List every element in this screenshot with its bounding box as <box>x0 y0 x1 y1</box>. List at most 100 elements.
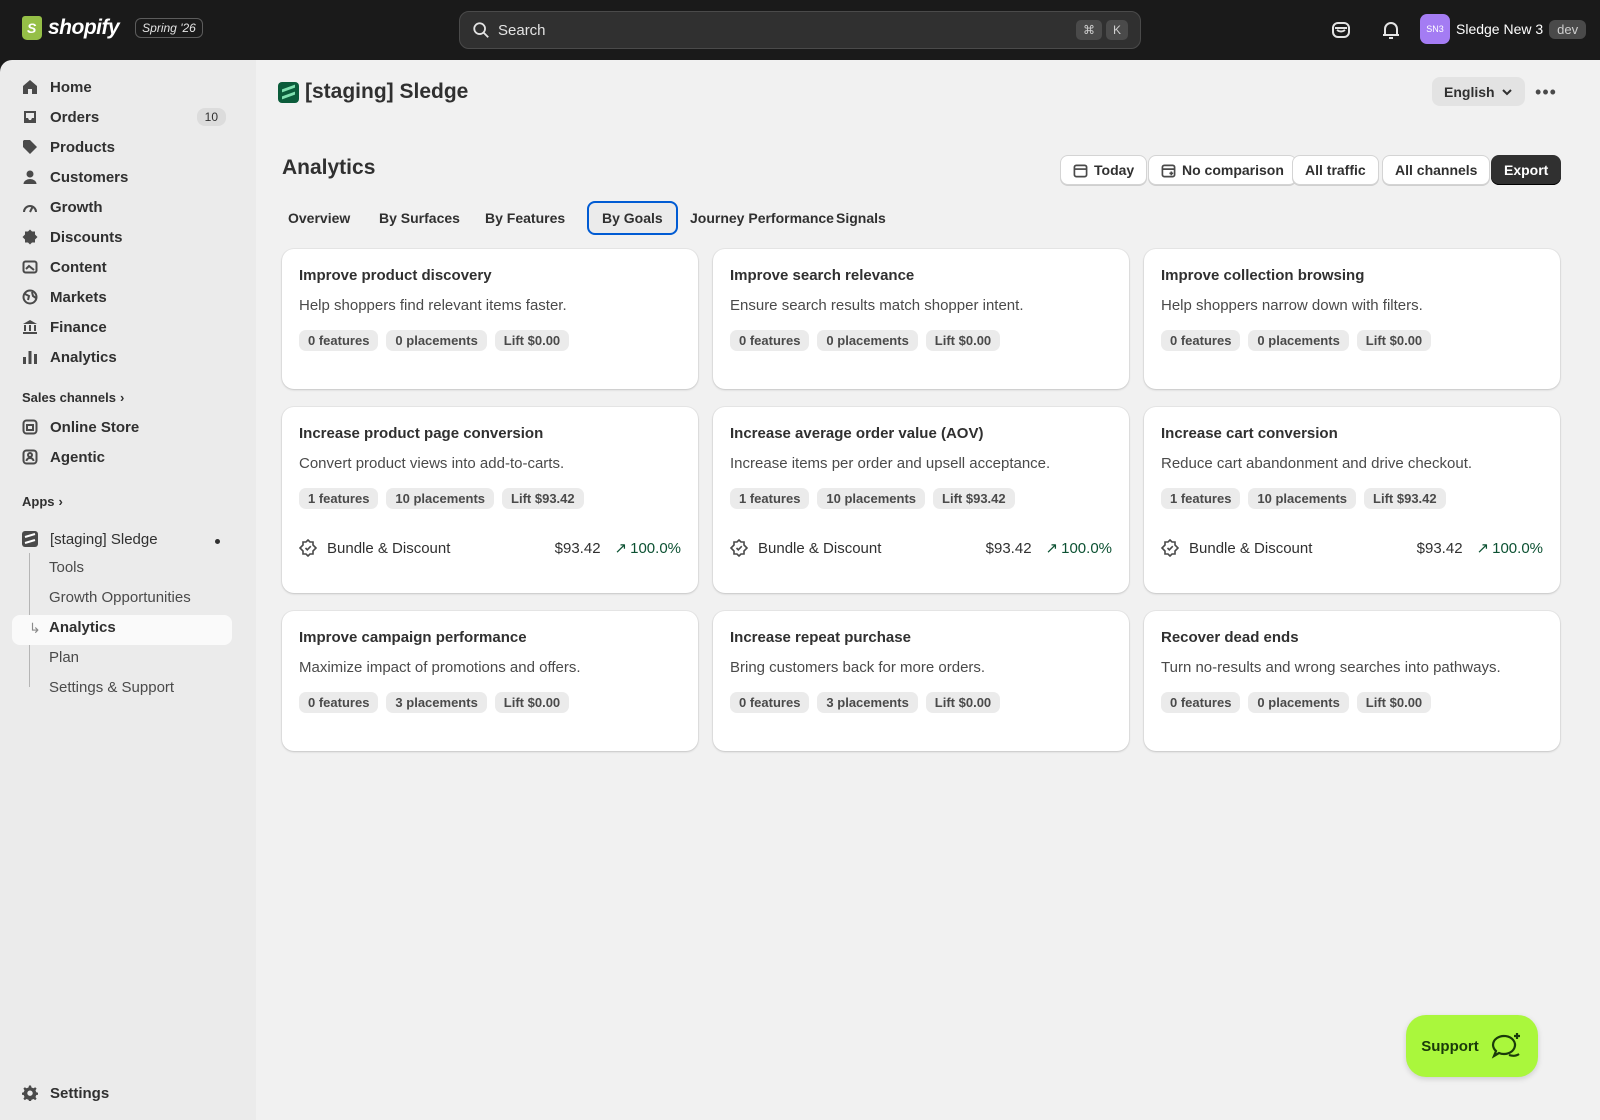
goal-card[interactable]: Improve campaign performance Maximize im… <box>282 611 698 751</box>
goal-card[interactable]: Increase product page conversion Convert… <box>282 407 698 593</box>
tab-by-goals[interactable]: By Goals <box>587 201 678 235</box>
search-bar[interactable]: Search ⌘ K <box>459 11 1141 49</box>
sidebar-item-label: Online Store <box>50 418 140 436</box>
more-actions-button[interactable]: ••• <box>1532 78 1560 106</box>
feature-change-value: 100.0% <box>630 539 681 557</box>
tab-by-features[interactable]: By Features <box>472 202 578 234</box>
subitem-growth-opportunities[interactable]: Growth Opportunities <box>49 589 191 606</box>
goal-card[interactable]: Increase repeat purchase Bring customers… <box>713 611 1129 751</box>
sidebar-item-markets[interactable]: Markets <box>12 283 232 311</box>
shopify-bag-icon <box>22 16 42 40</box>
feature-name: Bundle & Discount <box>327 539 451 557</box>
subitem-plan[interactable]: Plan <box>49 649 79 666</box>
goal-description: Help shoppers find relevant items faster… <box>299 297 567 314</box>
support-button[interactable]: Support <box>1406 1015 1538 1077</box>
goal-card[interactable]: Improve product discovery Help shoppers … <box>282 249 698 389</box>
brand-name: shopify <box>48 16 120 39</box>
apps-header[interactable]: Apps › <box>22 494 63 509</box>
comparison-filter-button[interactable]: No comparison <box>1148 155 1297 185</box>
tab-by-surfaces[interactable]: By Surfaces <box>366 202 473 234</box>
subitem-analytics[interactable]: Analytics <box>49 619 116 636</box>
placements-count-tag: 0 placements <box>817 330 918 351</box>
tab-signals[interactable]: Signals <box>823 202 899 234</box>
goal-tags: 0 features 3 placements Lift $0.00 <box>730 692 1112 713</box>
lift-tag: Lift $0.00 <box>1356 330 1432 351</box>
sidebar-item-label: Home <box>50 78 92 96</box>
sales-channels-header[interactable]: Sales channels › <box>22 390 124 405</box>
features-count-tag: 1 features <box>299 488 379 509</box>
goal-title: Improve search relevance <box>730 267 915 284</box>
traffic-filter-button[interactable]: All traffic <box>1292 155 1379 185</box>
channels-filter-label: All channels <box>1395 162 1478 178</box>
active-subitem-highlight <box>12 615 232 645</box>
feature-row[interactable]: Bundle & Discount $93.42 ↗ 100.0% <box>1161 539 1543 557</box>
sidebar-item-label: Finance <box>50 318 107 336</box>
sidekick-icon[interactable] <box>1329 18 1353 42</box>
app-pinned-dot <box>215 539 220 544</box>
tag-icon <box>23 140 37 154</box>
feature-row[interactable]: Bundle & Discount $93.42 ↗ 100.0% <box>299 539 681 557</box>
sidebar-item-content[interactable]: Content <box>12 253 232 281</box>
goal-title: Improve product discovery <box>299 267 492 284</box>
sidebar-item-label: Products <box>50 138 116 156</box>
channels-filter-button[interactable]: All channels <box>1382 155 1491 185</box>
subitem-tools[interactable]: Tools <box>49 559 84 576</box>
sidebar-item-agentic[interactable]: Agentic <box>12 443 232 471</box>
sidebar-app-sledge[interactable]: [staging] Sledge <box>12 525 232 553</box>
feature-value: $93.42 <box>1416 539 1463 557</box>
lift-tag: Lift $93.42 <box>1364 488 1446 509</box>
sidebar-item-orders[interactable]: Orders 10 <box>12 103 232 131</box>
sidebar-item-customers[interactable]: Customers <box>12 163 232 191</box>
goal-card[interactable]: Improve search relevance Ensure search r… <box>713 249 1129 389</box>
goal-card[interactable]: Recover dead ends Turn no-results and wr… <box>1144 611 1560 751</box>
arrow-up-right-icon: ↗ <box>614 540 628 557</box>
sidebar-item-home[interactable]: Home <box>12 73 232 101</box>
goal-tags: 0 features 0 placements Lift $0.00 <box>730 330 1112 351</box>
language-selector[interactable]: English <box>1432 77 1525 106</box>
sidebar-item-label: Settings <box>50 1084 110 1102</box>
sidebar-item-label: Agentic <box>50 448 106 466</box>
sidebar-item-analytics[interactable]: Analytics <box>12 343 232 371</box>
sidebar-item-online-store[interactable]: Online Store <box>12 413 232 441</box>
bell-icon[interactable] <box>1379 18 1403 42</box>
tab-overview[interactable]: Overview <box>275 202 363 234</box>
sidebar-item-discounts[interactable]: Discounts <box>12 223 232 251</box>
sidebar-item-finance[interactable]: Finance <box>12 313 232 341</box>
sidebar-item-products[interactable]: Products <box>12 133 232 161</box>
placements-count-tag: 10 placements <box>817 488 926 509</box>
feature-row[interactable]: Bundle & Discount $93.42 ↗ 100.0% <box>730 539 1112 557</box>
arrow-up-right-icon: ↗ <box>1476 540 1490 557</box>
bank-icon <box>23 320 37 334</box>
lift-tag: Lift $0.00 <box>1356 692 1432 713</box>
shopify-logo[interactable]: shopify Spring '26 <box>22 16 203 40</box>
tab-journey-performance[interactable]: Journey Performance <box>677 202 847 234</box>
growth-icon <box>23 205 37 213</box>
sidebar-item-growth[interactable]: Growth <box>12 193 232 221</box>
placements-count-tag: 0 placements <box>1248 692 1349 713</box>
chevron-right-icon: › <box>58 494 63 509</box>
goal-title: Increase cart conversion <box>1161 425 1338 442</box>
date-filter-button[interactable]: Today <box>1060 155 1148 185</box>
goal-title: Recover dead ends <box>1161 629 1299 646</box>
lift-tag: Lift $93.42 <box>502 488 584 509</box>
export-button[interactable]: Export <box>1491 155 1562 185</box>
discount-icon <box>22 229 38 245</box>
sidebar-item-label: Orders <box>50 108 100 126</box>
sidebar-item-label: Content <box>50 258 107 276</box>
sidebar-item-settings[interactable]: Settings <box>12 1079 232 1107</box>
store-menu-button[interactable]: SN3 Sledge New 3 dev <box>1420 14 1587 44</box>
goal-card[interactable]: Improve collection browsing Help shopper… <box>1144 249 1560 389</box>
badge-discount-icon <box>299 539 317 557</box>
traffic-filter-label: All traffic <box>1305 162 1366 178</box>
subitem-settings-support[interactable]: Settings & Support <box>49 679 174 696</box>
goal-card[interactable]: Increase cart conversion Reduce cart aba… <box>1144 407 1560 593</box>
placements-count-tag: 0 placements <box>386 330 487 351</box>
sidebar-item-label: Analytics <box>50 348 117 366</box>
goal-title: Improve campaign performance <box>299 629 527 646</box>
goal-description: Help shoppers narrow down with filters. <box>1161 297 1423 314</box>
goal-card[interactable]: Increase average order value (AOV) Incre… <box>713 407 1129 593</box>
goal-title: Increase repeat purchase <box>730 629 911 646</box>
feature-name: Bundle & Discount <box>1189 539 1313 557</box>
features-count-tag: 0 features <box>299 692 379 713</box>
chevron-right-icon: › <box>119 390 125 405</box>
